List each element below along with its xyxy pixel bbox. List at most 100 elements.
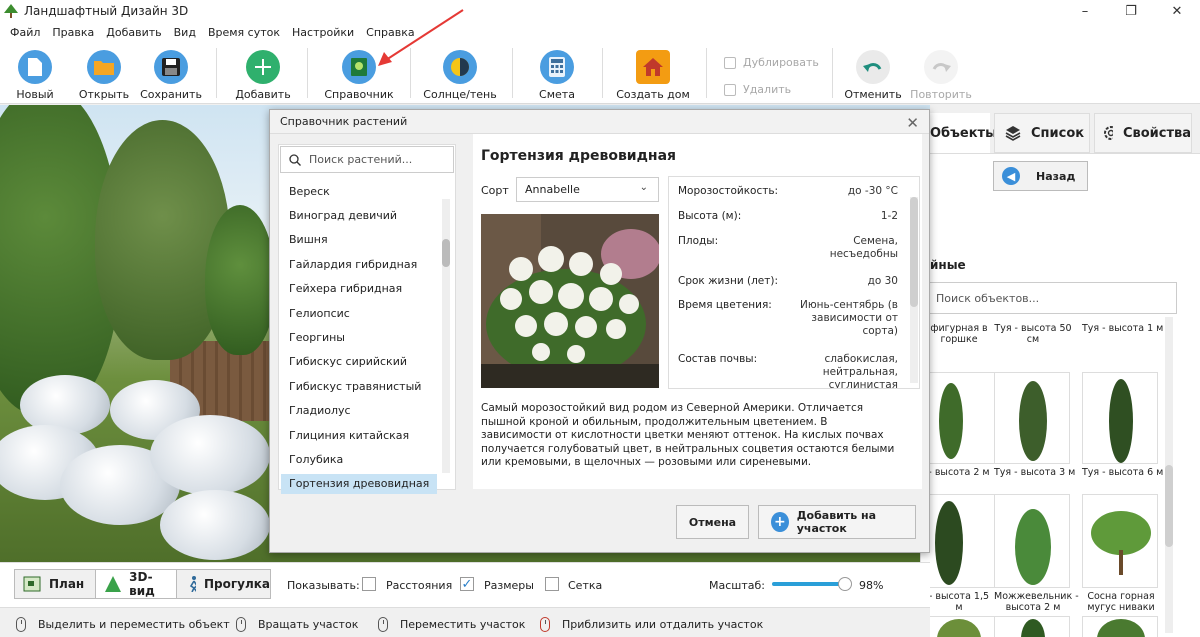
- properties-scrollbar[interactable]: [910, 197, 918, 383]
- scale-slider[interactable]: [772, 577, 852, 591]
- plant-list-item[interactable]: Вереск: [281, 181, 437, 201]
- new-label: Новый: [16, 88, 54, 101]
- menu-daytime[interactable]: Время суток: [202, 26, 286, 39]
- plant-list-item[interactable]: Гибискус травянистый: [281, 376, 437, 396]
- status-bar: Выделить и переместить объект Вращать уч…: [0, 607, 930, 637]
- plant-search-input[interactable]: Поиск растений...: [280, 146, 454, 173]
- redo-button[interactable]: Повторить: [910, 42, 972, 104]
- tab-properties[interactable]: Свойства: [1094, 113, 1192, 153]
- plant-list-scroll-thumb[interactable]: [442, 239, 450, 267]
- undo-button[interactable]: Отменить: [844, 42, 902, 104]
- new-button[interactable]: Новый: [14, 42, 56, 104]
- plant-list: Поиск растений... Вереск Виноград девичий…: [278, 144, 456, 494]
- plant-list-item[interactable]: Гортензия древовидная: [281, 473, 437, 494]
- catalog-item[interactable]: Сосна горная мугус ниваки: [1082, 494, 1160, 613]
- plant-list-item[interactable]: Голубика: [281, 449, 437, 469]
- app-logo-icon: [4, 4, 18, 18]
- tab-list[interactable]: Список: [994, 113, 1090, 153]
- catalog-item[interactable]: Туя - высота 3 м: [994, 372, 1075, 478]
- plant-list-item[interactable]: Гелиопсис: [281, 303, 437, 323]
- plant-list-item[interactable]: Вишня: [281, 230, 437, 250]
- catalog-item[interactable]: Туя - высота 6 м: [1082, 372, 1163, 478]
- view-walk-button[interactable]: Прогулка: [176, 569, 271, 599]
- catalog-item[interactable]: - высота 1,5 м: [920, 494, 998, 613]
- floppy-disk-icon: [154, 50, 188, 84]
- cancel-button[interactable]: Отмена: [676, 505, 749, 539]
- add-to-site-button[interactable]: + Добавить на участок: [758, 505, 916, 539]
- save-button[interactable]: Сохранить: [140, 42, 202, 104]
- gear-icon: [1104, 126, 1113, 140]
- catalog-item[interactable]: Туя - высота 50 см: [994, 320, 1072, 345]
- plant-list-item[interactable]: Гладиолус: [281, 401, 437, 421]
- sort-select[interactable]: Annabelle ⌄: [516, 177, 659, 202]
- catalog-item[interactable]: Можжевельник - высота 2 м: [994, 494, 1079, 613]
- show-label: Показывать:: [287, 579, 360, 592]
- sun-shade-label: Солнце/тень: [423, 88, 497, 101]
- catalog-item[interactable]: [920, 616, 998, 637]
- mouse-wheel-icon: [540, 617, 550, 632]
- plant-photo: [481, 214, 659, 388]
- menu-help[interactable]: Справка: [360, 26, 420, 39]
- reference-button[interactable]: Справочник: [324, 42, 394, 104]
- catalog-item-image: [994, 494, 1070, 588]
- catalog-item-image: [920, 372, 996, 464]
- sizes-checkbox[interactable]: ✓: [460, 577, 474, 592]
- add-button[interactable]: Добавить: [235, 42, 291, 104]
- search-icon: [289, 153, 301, 166]
- menu-view[interactable]: Вид: [168, 26, 202, 39]
- distances-checkbox[interactable]: [362, 577, 376, 591]
- estimate-button[interactable]: Смета: [536, 42, 578, 104]
- close-button[interactable]: ✕: [1154, 0, 1200, 22]
- plant-list-scrollbar[interactable]: [442, 199, 450, 473]
- 3d-tree-icon: [105, 576, 121, 592]
- sun-shade-icon: [443, 50, 477, 84]
- menu-settings[interactable]: Настройки: [286, 26, 360, 39]
- hint-rotate: Вращать участок: [236, 617, 358, 632]
- minimize-button[interactable]: –: [1062, 0, 1108, 22]
- grid-checkbox[interactable]: [545, 577, 559, 591]
- catalog-item[interactable]: [1082, 616, 1160, 637]
- add-to-site-label: Добавить на участок: [796, 509, 877, 535]
- view-plan-button[interactable]: План: [14, 569, 96, 599]
- plant-list-item[interactable]: Виноград девичий: [281, 205, 437, 225]
- catalog-item[interactable]: Туя - высота 1 м: [1082, 320, 1163, 334]
- plant-list-item[interactable]: Глициния китайская: [281, 425, 437, 445]
- catalog-item-caption: Туя - высота 50 см: [994, 323, 1072, 345]
- plus-icon: +: [771, 512, 789, 532]
- delete-button[interactable]: Удалить: [724, 83, 791, 96]
- sun-shade-button[interactable]: Солнце/тень: [423, 42, 497, 104]
- catalog-item[interactable]: [994, 616, 1072, 637]
- create-house-button[interactable]: Создать дом: [616, 42, 690, 104]
- menu-add[interactable]: Добавить: [100, 26, 167, 39]
- save-label: Сохранить: [140, 88, 202, 101]
- menu-file[interactable]: Файл: [4, 26, 46, 39]
- catalog-item[interactable]: [920, 322, 998, 464]
- property-value: Семена, несъедобны: [829, 235, 898, 260]
- plant-list-item[interactable]: Гейхера гибридная: [281, 279, 437, 299]
- scale-slider-handle[interactable]: [838, 577, 852, 591]
- reference-label: Справочник: [324, 88, 394, 101]
- plant-list-item[interactable]: Георгины: [281, 327, 437, 347]
- plant-list-item[interactable]: Гибискус сирийский: [281, 352, 437, 372]
- app-window: Ландшафтный Дизайн 3D – ❐ ✕ Файл Правка …: [0, 0, 1200, 637]
- open-button[interactable]: Открыть: [79, 42, 129, 104]
- maximize-button[interactable]: ❐: [1108, 0, 1154, 22]
- properties-scroll-thumb[interactable]: [910, 197, 918, 307]
- back-button[interactable]: ◀ Назад: [993, 161, 1088, 191]
- property-key: Плоды:: [678, 235, 719, 247]
- object-search-input[interactable]: Поиск объектов...: [920, 282, 1177, 314]
- view-3d-button[interactable]: 3D-вид: [95, 569, 177, 599]
- dialog-close-icon[interactable]: ✕: [906, 114, 919, 132]
- catalog-scrollbar[interactable]: [1165, 317, 1173, 633]
- plus-icon: [246, 50, 280, 84]
- tab-objects[interactable]: Объекты: [930, 113, 997, 153]
- plant-properties: Морозостойкость: до -30 °C Высота (м): 1-2 П…: [668, 176, 920, 389]
- plant-list-item[interactable]: Гайлардия гибридная: [281, 254, 437, 274]
- view-plan-label: План: [49, 577, 85, 591]
- back-label: Назад: [1036, 169, 1076, 183]
- mouse-middle-icon: [378, 617, 388, 632]
- distances-label: Расстояния: [386, 579, 453, 592]
- duplicate-button[interactable]: Дублировать: [724, 56, 819, 69]
- catalog-scroll-thumb[interactable]: [1165, 465, 1173, 547]
- menu-edit[interactable]: Правка: [46, 26, 100, 39]
